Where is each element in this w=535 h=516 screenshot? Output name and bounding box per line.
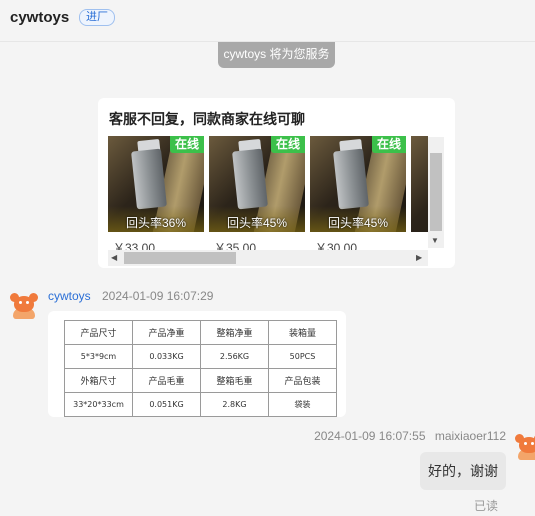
read-status: 已读 xyxy=(474,499,499,513)
table-cell: 整箱净重 xyxy=(200,320,269,345)
product-card[interactable]: 在线 回头率45% ￥30.00 xyxy=(310,136,406,254)
scroll-right-icon[interactable]: ▶ xyxy=(416,253,422,262)
spec-table: 产品尺寸 产品净重 整箱净重 装箱量 5*3*9cm 0.033KG 2.56K… xyxy=(64,320,337,417)
repurchase-rate: 回头率36% xyxy=(125,216,187,230)
shop-title[interactable]: cywtoys xyxy=(10,9,69,26)
table-cell: 50PCS xyxy=(268,344,337,369)
table-row: 产品尺寸 产品净重 整箱净重 装箱量 xyxy=(64,320,337,345)
table-cell: 产品净重 xyxy=(132,320,201,345)
table-cell: 袋装 xyxy=(268,392,337,417)
table-cell: 33*20*33cm xyxy=(64,392,133,417)
vertical-scrollbar-thumb[interactable] xyxy=(430,153,442,231)
sender-name[interactable]: cywtoys xyxy=(48,289,91,303)
system-notice: cywtoys 将为您服务 xyxy=(218,42,335,68)
table-cell: 产品毛重 xyxy=(132,368,201,393)
recommendation-title: 客服不回复，同款商家在线可聊 xyxy=(109,111,305,127)
message-time: 2024-01-09 16:07:29 xyxy=(102,289,214,303)
table-row: 33*20*33cm 0.051KG 2.8KG 袋装 xyxy=(64,392,337,417)
product-carousel: 在线 回头率36% ￥33.00 在线 回头率45% ￥35.00 在线 回头率… xyxy=(108,136,428,254)
online-tag: 在线 xyxy=(270,136,305,153)
table-row: 外箱尺寸 产品毛重 整箱毛重 产品包装 xyxy=(64,368,337,393)
table-cell: 5*3*9cm xyxy=(64,344,133,369)
recommendation-card: 客服不回复，同款商家在线可聊 在线 回头率36% ￥33.00 在线 回头率45… xyxy=(98,98,455,268)
horizontal-scrollbar-thumb[interactable] xyxy=(124,252,236,264)
table-cell: 产品包装 xyxy=(268,368,337,393)
seller-avatar[interactable] xyxy=(9,289,39,319)
outgoing-meta: 2024-01-09 16:07:55 maixiaoer112 xyxy=(314,429,506,443)
table-cell: 装箱量 xyxy=(268,320,337,345)
outgoing-sender: maixiaoer112 xyxy=(434,429,506,443)
product-image[interactable]: 在线 回头率36% xyxy=(108,136,204,232)
online-tag: 在线 xyxy=(371,136,406,153)
scroll-down-icon[interactable]: ▼ xyxy=(431,236,439,245)
product-card-partial[interactable] xyxy=(411,136,428,254)
table-row: 5*3*9cm 0.033KG 2.56KG 50PCS xyxy=(64,344,337,369)
table-cell: 2.8KG xyxy=(200,392,269,417)
table-cell: 0.033KG xyxy=(132,344,201,369)
product-card[interactable]: 在线 回头率36% ￥33.00 xyxy=(108,136,204,254)
table-cell: 整箱毛重 xyxy=(200,368,269,393)
table-cell: 0.051KG xyxy=(132,392,201,417)
product-card[interactable]: 在线 回头率45% ￥35.00 xyxy=(209,136,305,254)
outgoing-time: 2024-01-09 16:07:55 xyxy=(314,429,426,443)
table-cell: 产品尺寸 xyxy=(64,320,133,345)
spec-image-message[interactable]: 产品尺寸 产品净重 整箱净重 装箱量 5*3*9cm 0.033KG 2.56K… xyxy=(48,311,346,417)
chat-header: cywtoys 进厂 xyxy=(0,0,535,42)
online-tag: 在线 xyxy=(169,136,204,153)
product-image[interactable]: 在线 回头率45% xyxy=(209,136,305,232)
product-image[interactable] xyxy=(411,136,428,232)
table-cell: 2.56KG xyxy=(200,344,269,369)
user-avatar[interactable] xyxy=(514,430,535,460)
table-cell: 外箱尺寸 xyxy=(64,368,133,393)
product-image[interactable]: 在线 回头率45% xyxy=(310,136,406,232)
repurchase-rate: 回头率45% xyxy=(327,216,389,230)
repurchase-rate: 回头率45% xyxy=(226,216,288,230)
enter-factory-badge[interactable]: 进厂 xyxy=(79,9,115,26)
scroll-left-icon[interactable]: ◀ xyxy=(111,253,117,262)
outgoing-message[interactable]: 好的，谢谢 xyxy=(420,452,506,490)
